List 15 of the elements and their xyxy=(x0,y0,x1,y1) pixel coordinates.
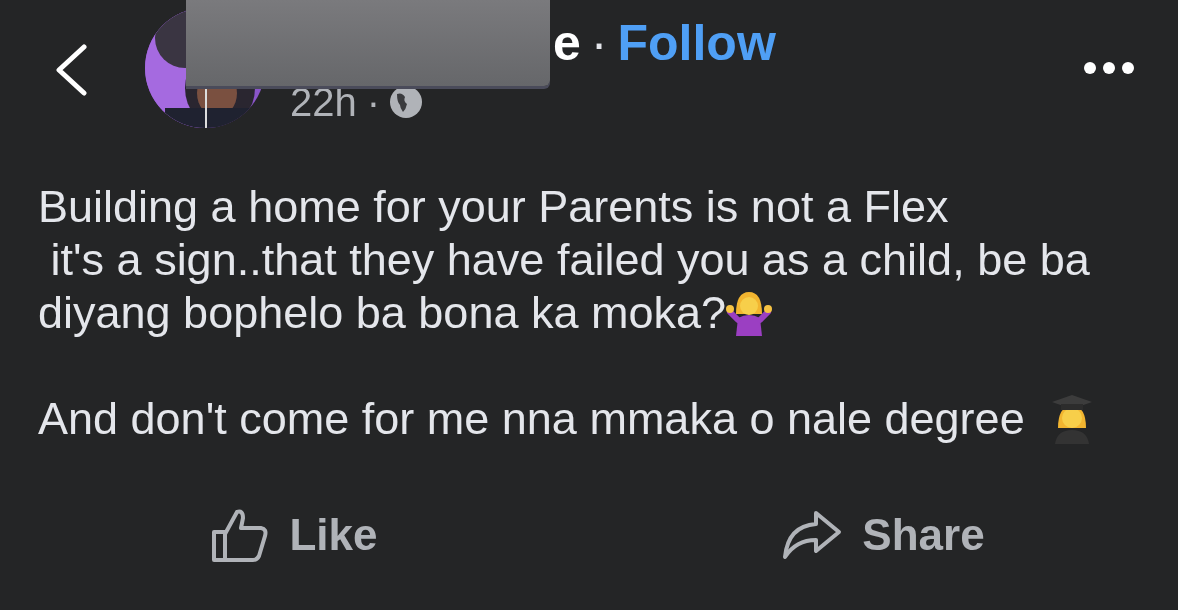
post-time: 22h xyxy=(290,82,357,122)
back-icon[interactable] xyxy=(54,44,88,96)
share-arrow-icon xyxy=(782,510,843,560)
share-button[interactable]: Share xyxy=(589,500,1178,570)
post-text: it's a sign..that they have failed you as a child, be ba xyxy=(49,233,1090,286)
more-options-icon[interactable] xyxy=(1083,61,1135,75)
follow-link[interactable]: Follow xyxy=(617,14,776,72)
like-button[interactable]: Like xyxy=(0,500,589,570)
post-text: And don't come for me nna mmaka o nale degree xyxy=(38,392,1026,445)
post-text: diyang bophelo ba bona ka moka? xyxy=(38,286,727,339)
separator: · xyxy=(590,14,608,72)
shrugging-person-icon xyxy=(726,289,773,336)
separator: · xyxy=(366,82,381,122)
author-name[interactable]: e xyxy=(553,14,581,72)
post-text: Building a home for your Parents is not a Flex xyxy=(38,180,949,233)
